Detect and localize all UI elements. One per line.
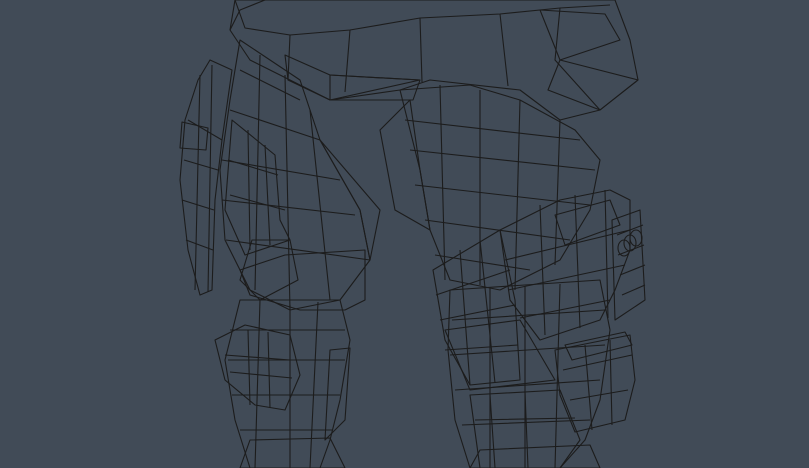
right-leg	[379, 84, 611, 468]
torso-belt	[229, 0, 639, 121]
left-holster	[179, 59, 233, 296]
belt-front-plate	[284, 54, 421, 101]
boot-tops	[239, 437, 601, 468]
right-thigh-plate	[432, 229, 556, 391]
model-render	[179, 0, 646, 468]
right-thigh-pouch	[499, 189, 646, 341]
3d-viewport[interactable]	[0, 0, 809, 468]
